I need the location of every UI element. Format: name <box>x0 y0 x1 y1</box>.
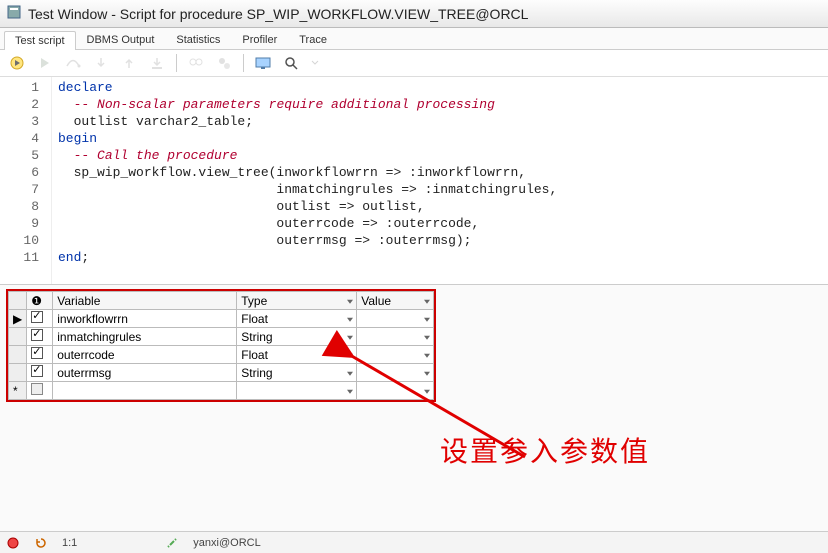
type-cell[interactable]: String <box>237 364 357 382</box>
table-row[interactable]: * <box>9 382 434 400</box>
enable-checkbox[interactable] <box>27 346 53 364</box>
variable-cell[interactable]: outerrcode <box>53 346 237 364</box>
tab-dbms-output[interactable]: DBMS Output <box>76 30 166 49</box>
tab-statistics[interactable]: Statistics <box>165 30 231 49</box>
table-row[interactable]: outerrmsgString <box>9 364 434 382</box>
status-bar: 1:1 yanxi@ORCL <box>0 531 828 553</box>
inspect-icon[interactable] <box>187 54 205 72</box>
separator <box>176 54 177 72</box>
variable-cell[interactable]: inworkflowrrn <box>53 310 237 328</box>
cursor-position: 1:1 <box>62 537 77 549</box>
row-marker: * <box>9 382 27 400</box>
refresh-icon[interactable] <box>34 536 48 550</box>
variable-cell[interactable]: inmatchingrules <box>53 328 237 346</box>
row-marker <box>9 364 27 382</box>
variable-cell[interactable] <box>53 382 237 400</box>
type-header[interactable]: Type <box>237 292 357 310</box>
variables-highlight-box: ❶ Variable Type Value ▶ inworkflowrrnFloa… <box>6 289 436 402</box>
enable-checkbox[interactable] <box>27 310 53 328</box>
variable-header[interactable]: Variable <box>53 292 237 310</box>
tab-trace[interactable]: Trace <box>288 30 338 49</box>
line-gutter: 1234567891011 <box>0 77 52 284</box>
step-out-icon[interactable] <box>120 54 138 72</box>
stop-icon[interactable] <box>6 536 20 550</box>
value-cell[interactable] <box>357 382 434 400</box>
connection-icon <box>165 536 179 550</box>
run-icon[interactable] <box>36 54 54 72</box>
title-bar: Test Window - Script for procedure SP_WI… <box>0 0 828 28</box>
row-marker <box>9 346 27 364</box>
app-icon <box>6 4 22 23</box>
enable-checkbox[interactable] <box>27 382 53 400</box>
enable-checkbox[interactable] <box>27 364 53 382</box>
connection-label: yanxi@ORCL <box>193 537 260 549</box>
value-cell[interactable] <box>357 364 434 382</box>
tab-profiler[interactable]: Profiler <box>231 30 288 49</box>
code-area[interactable]: declare -- Non-scalar parameters require… <box>52 77 828 284</box>
dropdown-icon[interactable] <box>310 54 320 72</box>
value-cell[interactable] <box>357 310 434 328</box>
execute-icon[interactable] <box>8 54 26 72</box>
breakpoints-icon[interactable] <box>215 54 233 72</box>
step-into-icon[interactable] <box>92 54 110 72</box>
code-editor[interactable]: 1234567891011 declare -- Non-scalar para… <box>0 77 828 285</box>
type-cell[interactable] <box>237 382 357 400</box>
row-marker: ▶ <box>9 310 27 328</box>
separator <box>243 54 244 72</box>
warn-header: ❶ <box>27 292 53 310</box>
enable-checkbox[interactable] <box>27 328 53 346</box>
table-row[interactable]: outerrcodeFloat <box>9 346 434 364</box>
window-title: Test Window - Script for procedure SP_WI… <box>28 6 528 22</box>
monitor-icon[interactable] <box>254 54 272 72</box>
step-over-icon[interactable] <box>64 54 82 72</box>
search-icon[interactable] <box>282 54 300 72</box>
tab-test-script[interactable]: Test script <box>4 31 76 50</box>
value-header[interactable]: Value <box>357 292 434 310</box>
table-row[interactable]: ▶ inworkflowrrnFloat <box>9 310 434 328</box>
value-cell[interactable] <box>357 328 434 346</box>
table-row[interactable]: inmatchingrulesString <box>9 328 434 346</box>
variables-panel: ❶ Variable Type Value ▶ inworkflowrrnFloa… <box>0 285 828 531</box>
variable-cell[interactable]: outerrmsg <box>53 364 237 382</box>
type-cell[interactable]: Float <box>237 310 357 328</box>
type-cell[interactable]: Float <box>237 346 357 364</box>
variables-table[interactable]: ❶ Variable Type Value ▶ inworkflowrrnFloa… <box>8 291 434 400</box>
value-cell[interactable] <box>357 346 434 364</box>
toolbar <box>0 50 828 77</box>
tab-strip: Test script DBMS Output Statistics Profi… <box>0 28 828 50</box>
annotation-text: 设置参入参数值 <box>440 430 650 470</box>
row-marker <box>9 328 27 346</box>
type-cell[interactable]: String <box>237 328 357 346</box>
run-to-cursor-icon[interactable] <box>148 54 166 72</box>
row-header-col <box>9 292 27 310</box>
